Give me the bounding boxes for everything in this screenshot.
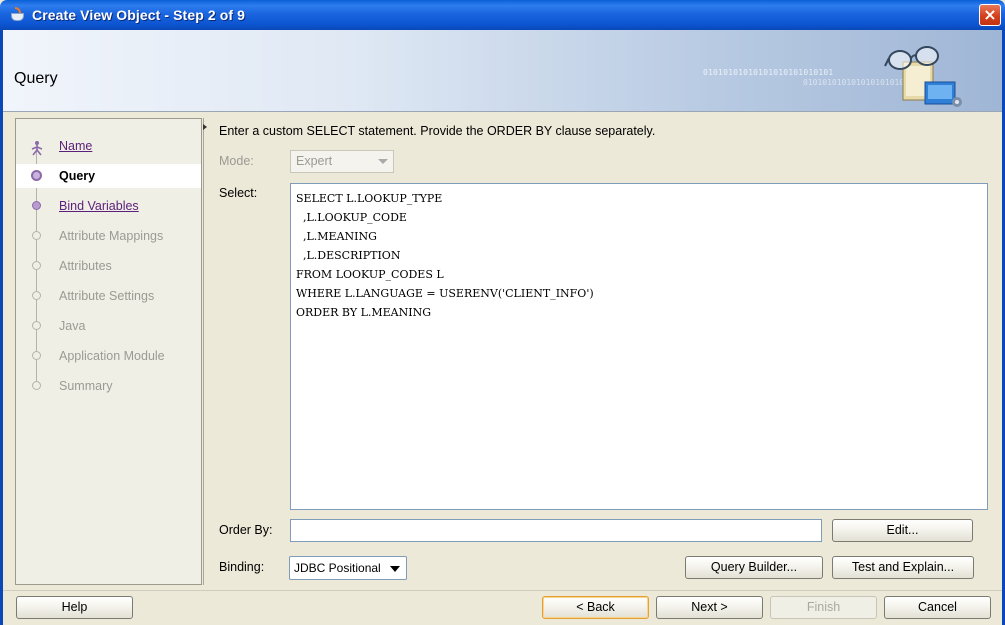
next-button[interactable]: Next > — [656, 596, 763, 619]
pending-step-dot-icon — [32, 231, 41, 240]
step-attribute-mappings-label: Attribute Mappings — [59, 229, 164, 243]
page-title: Query — [14, 70, 58, 87]
pending-step-dot-icon — [32, 321, 41, 330]
binding-select[interactable]: JDBC Positional — [289, 556, 407, 580]
wizard-header: Query 01010101010101010101010101 0101010… — [3, 30, 1002, 112]
step-query[interactable]: Query — [16, 164, 201, 188]
pending-step-dot-icon — [32, 291, 41, 300]
step-attribute-settings: Attribute Settings — [16, 284, 201, 308]
finish-button: Finish — [770, 596, 877, 619]
wizard-glasses-icon — [884, 46, 962, 107]
cancel-button[interactable]: Cancel — [884, 596, 991, 619]
binding-label: Binding: — [219, 560, 265, 574]
pending-step-dot-icon — [32, 381, 41, 390]
step-bind-variables[interactable]: Bind Variables — [16, 194, 201, 218]
visited-step-dot-icon — [32, 201, 41, 210]
mode-select: Expert — [290, 150, 394, 173]
pending-step-dot-icon — [32, 261, 41, 270]
sql-editor[interactable]: SELECT L.LOOKUP_TYPE ,L.LOOKUP_CODE ,L.M… — [290, 183, 988, 510]
current-step-dot-icon — [31, 170, 42, 181]
step-application-module: Application Module — [16, 344, 201, 368]
edit-button[interactable]: Edit... — [832, 519, 973, 542]
step-attribute-mappings: Attribute Mappings — [16, 224, 201, 248]
instruction-text: Enter a custom SELECT statement. Provide… — [219, 124, 656, 138]
test-and-explain-button[interactable]: Test and Explain... — [832, 556, 974, 579]
close-button[interactable]: × — [979, 4, 1001, 26]
step-name[interactable]: Name — [16, 134, 201, 158]
step-attributes: Attributes — [16, 254, 201, 278]
wizard-step-nav: Name Query Bind Variables Attribute Mapp… — [15, 118, 202, 585]
splitter-grip-icon — [203, 124, 207, 130]
step-summary-label: Summary — [59, 379, 113, 393]
mode-value: Expert — [296, 154, 333, 168]
step-name-label: Name — [59, 139, 93, 153]
step-java-label: Java — [59, 319, 86, 333]
step-java: Java — [16, 314, 201, 338]
query-builder-button[interactable]: Query Builder... — [685, 556, 823, 579]
dropdown-arrow-icon — [378, 159, 388, 164]
step-application-module-label: Application Module — [59, 349, 165, 363]
java-cup-icon — [10, 7, 26, 23]
orderby-label: Order By: — [219, 523, 273, 537]
binding-value: JDBC Positional — [294, 561, 381, 575]
step-summary: Summary — [16, 374, 201, 398]
select-label: Select: — [219, 186, 258, 200]
help-button[interactable]: Help — [16, 596, 133, 619]
back-button[interactable]: < Back — [542, 596, 649, 619]
binary-decoration: 01010101010101010101010101 — [703, 68, 834, 77]
window-title: Create View Object - Step 2 of 9 — [32, 7, 246, 23]
panel-splitter[interactable] — [203, 118, 208, 585]
mode-label: Mode: — [219, 154, 254, 168]
pending-step-dot-icon — [32, 351, 41, 360]
orderby-input[interactable] — [290, 519, 822, 542]
step-attributes-label: Attributes — [59, 259, 112, 273]
dropdown-arrow-icon — [390, 566, 400, 572]
step-bind-variables-label: Bind Variables — [59, 199, 139, 213]
title-bar: Create View Object - Step 2 of 9 × — [0, 0, 1005, 30]
step-attribute-settings-label: Attribute Settings — [59, 289, 155, 303]
step-query-label: Query — [59, 169, 96, 183]
